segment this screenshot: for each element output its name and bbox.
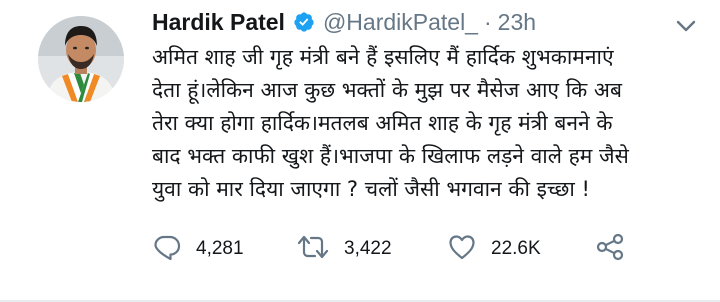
retweet-icon [296,232,330,266]
tweet-text-line: तेरा क्या होगा हार्दिक।मतलब अमित शाह के … [152,111,613,135]
reply-icon [152,232,182,266]
retweet-button[interactable]: 3,422 [296,231,392,267]
tweet-card[interactable]: Hardik Patel @HardikPatel_ · 23h अमित शा… [0,0,720,302]
avatar-image [38,16,124,102]
tweet-timestamp[interactable]: 23h [498,9,536,36]
retweet-count: 3,422 [344,238,392,259]
tweet-actions: 4,281 3,422 22.6K [152,231,712,267]
like-count: 22.6K [491,238,541,259]
tweet-text: अमित शाह जी गृह मंत्री बने हैं इसलिए मैं… [152,41,712,206]
tweet-text-line: युवा को मार दिया जाएगा ? चलों जैसी भगवान… [152,177,590,201]
tweet-text-line: देता हूं।लेकिन आज कुछ भक्तों के मुझ पर म… [152,78,622,102]
separator-dot: · [483,8,492,35]
share-icon [594,232,626,266]
reply-button[interactable]: 4,281 [152,231,244,267]
heart-icon [447,232,477,266]
tweet-text-line: अमित शाह जी गृह मंत्री बने हैं इसलिए मैं… [152,45,614,69]
author-handle[interactable]: @HardikPatel_ [323,9,478,36]
tweet-header: Hardik Patel @HardikPatel_ · 23h [152,4,536,40]
share-button[interactable] [594,231,626,267]
avatar[interactable] [38,16,124,102]
chevron-down-icon[interactable] [675,18,697,34]
like-button[interactable]: 22.6K [447,231,541,267]
verified-badge-icon [293,11,315,33]
author-name[interactable]: Hardik Patel [152,9,285,36]
tweet-text-line: बाद भक्त काफी खुश हैं।भाजपा के खिलाफ लड़… [152,144,629,168]
reply-count: 4,281 [196,238,244,259]
